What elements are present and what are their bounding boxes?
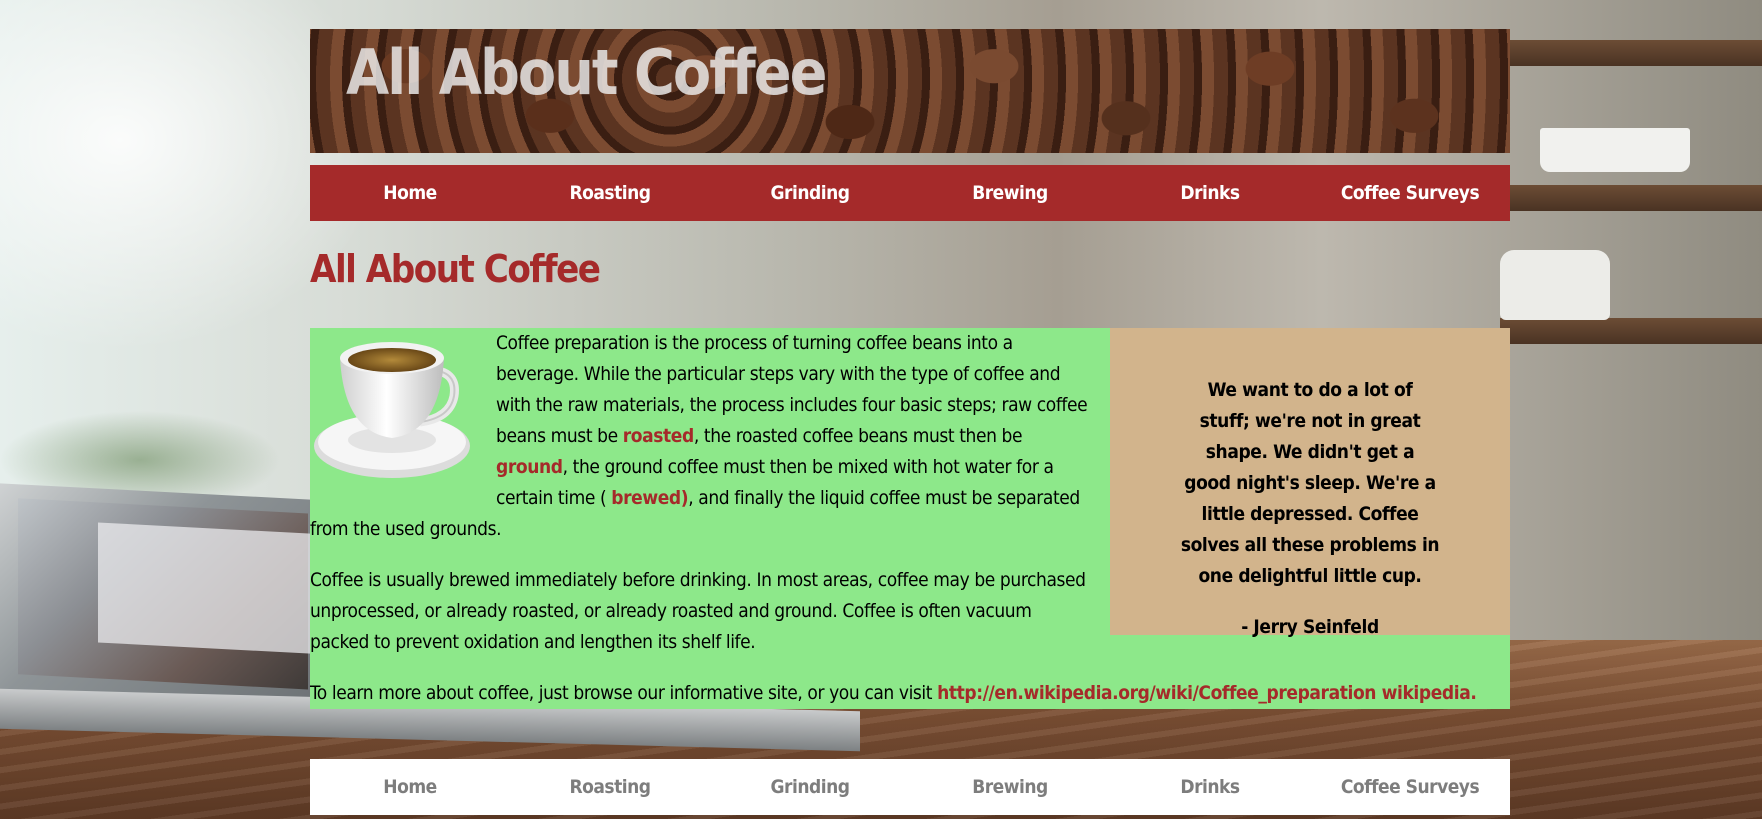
page-heading: All About Coffee: [310, 247, 601, 291]
quote-box: We want to do a lot of stuff; we're not …: [1110, 328, 1510, 638]
link-roasted[interactable]: roasted: [623, 425, 695, 447]
quote-text: We want to do a lot of stuff; we're not …: [1180, 379, 1440, 587]
header-banner: All About Coffee: [310, 29, 1510, 153]
nav-drinks[interactable]: Drinks: [1110, 182, 1310, 204]
footer-nav-drinks[interactable]: Drinks: [1110, 776, 1310, 798]
link-brewed[interactable]: brewed): [611, 487, 688, 509]
paragraph-3: To learn more about coffee, just browse …: [310, 682, 1477, 704]
footer-nav-roasting[interactable]: Roasting: [510, 776, 710, 798]
nav-grinding[interactable]: Grinding: [710, 182, 910, 204]
footer-nav-home[interactable]: Home: [310, 776, 510, 798]
link-ground[interactable]: ground: [496, 456, 563, 478]
paragraph-1: Coffee preparation is the process of tur…: [310, 328, 1090, 545]
footer-nav-grinding[interactable]: Grinding: [710, 776, 910, 798]
footer-nav-coffee-surveys[interactable]: Coffee Surveys: [1310, 776, 1510, 798]
coffee-cup-icon: [314, 342, 470, 478]
top-nav: Home Roasting Grinding Brewing Drinks Co…: [310, 165, 1510, 221]
nav-coffee-surveys[interactable]: Coffee Surveys: [1310, 182, 1510, 204]
footer-nav-brewing[interactable]: Brewing: [910, 776, 1110, 798]
site-title: All About Coffee: [346, 36, 827, 109]
footer-nav: Home Roasting Grinding Brewing Drinks Co…: [310, 759, 1510, 815]
paragraph-2: Coffee is usually brewed immediately bef…: [310, 569, 1086, 653]
nav-roasting[interactable]: Roasting: [510, 182, 710, 204]
nav-home[interactable]: Home: [310, 182, 510, 204]
article-content: Coffee preparation is the process of tur…: [310, 328, 1477, 729]
nav-brewing[interactable]: Brewing: [910, 182, 1110, 204]
wikipedia-link[interactable]: http://en.wikipedia.org/wiki/Coffee_prep…: [937, 682, 1477, 704]
quote-author: - Jerry Seinfeld: [1241, 616, 1379, 638]
main-section: Coffee preparation is the process of tur…: [310, 328, 1510, 709]
